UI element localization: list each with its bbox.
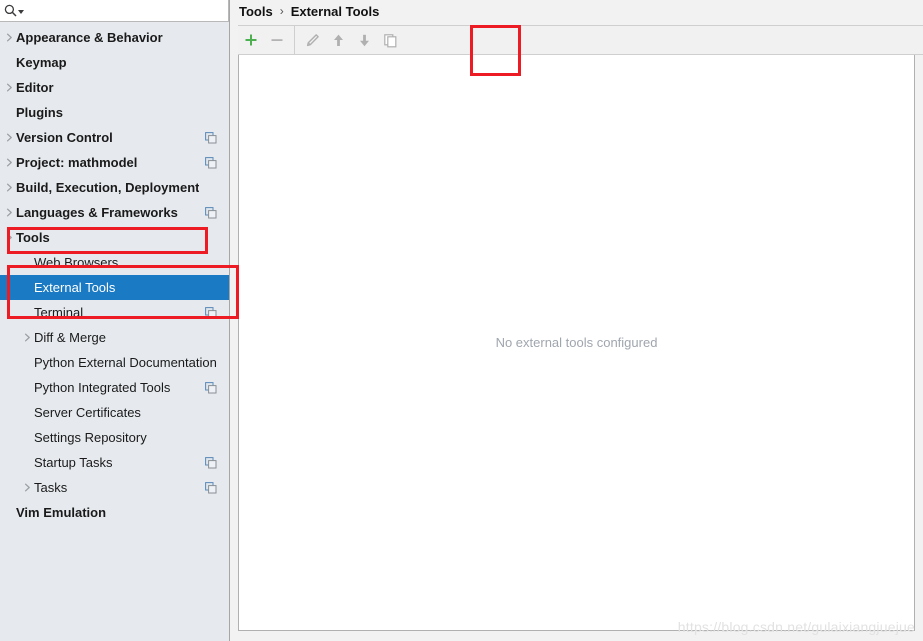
breadcrumb-current: External Tools [290,3,380,19]
project-scope-copy-icon [205,306,217,319]
project-scope-copy-icon [205,156,217,169]
sidebar-item-startup-tasks[interactable]: Startup Tasks [0,450,229,475]
project-scope-copy-icon [205,206,217,219]
copy-button[interactable] [377,27,403,53]
sidebar-item-label: Tasks [34,479,68,495]
sidebar-item-server-certificates[interactable]: Server Certificates [0,400,229,425]
project-scope-copy-icon [205,481,217,494]
search-input[interactable] [24,1,228,20]
sidebar-item-version-control[interactable]: Version Control [0,125,229,150]
sidebar-item-editor[interactable]: Editor [0,75,229,100]
empty-state-message: No external tools configured [495,335,658,350]
chevron-right-icon[interactable] [2,83,16,92]
chevron-right-icon[interactable] [2,233,16,242]
chevron-right-icon[interactable] [2,133,16,142]
sidebar-item-label: Version Control [16,129,113,145]
chevron-right-icon[interactable] [2,33,16,42]
chevron-right-icon[interactable] [2,183,16,192]
sidebar-item-label: Vim Emulation [16,504,107,520]
sidebar-item-vim-emulation[interactable]: Vim Emulation [0,500,229,525]
chevron-right-icon[interactable] [2,208,16,217]
pencil-icon [306,33,319,46]
sidebar-item-tasks[interactable]: Tasks [0,475,229,500]
settings-content: Tools › External Tools No external tools… [230,0,923,641]
sidebar-item-label: Plugins [16,104,63,120]
sidebar-search-row[interactable] [0,0,229,22]
project-scope-copy-icon [205,381,217,394]
sidebar-item-label: Python External Documentation [34,354,217,370]
breadcrumb: Tools › External Tools [230,0,923,22]
sidebar-item-web-browsers[interactable]: Web Browsers [0,250,229,275]
copy-icon [383,33,396,47]
sidebar-item-label: Languages & Frameworks [16,204,178,220]
sidebar-item-external-tools[interactable]: External Tools [0,275,229,300]
external-tools-toolbar [238,25,923,55]
sidebar-item-python-integrated-tools[interactable]: Python Integrated Tools [0,375,229,400]
watermark: https://blog.csdn.net/gulaixiangjuejue [677,619,915,635]
remove-button[interactable] [264,27,290,53]
chevron-right-icon[interactable] [20,333,34,342]
minus-icon [271,39,283,41]
arrow-up-icon [333,34,343,46]
settings-sidebar: Appearance & Behavior Keymap Editor Plugins… [0,0,239,641]
sidebar-item-label: External Tools [34,279,116,295]
sidebar-item-label: Diff & Merge [34,329,107,345]
sidebar-item-terminal[interactable]: Terminal [0,300,229,325]
toolbar-divider [294,26,295,54]
search-icon[interactable] [4,4,24,17]
sidebar-item-languages-frameworks[interactable]: Languages & Frameworks [0,200,229,225]
chevron-right-icon[interactable] [2,158,16,167]
sidebar-item-label: Appearance & Behavior [16,29,163,45]
sidebar-item-label: Python Integrated Tools [34,379,171,395]
add-button[interactable] [238,27,264,53]
sidebar-item-build-execution-deployment[interactable]: Build, Execution, Deployment [0,175,229,200]
sidebar-item-appearance-behavior[interactable]: Appearance & Behavior [0,25,229,50]
sidebar-item-label: Build, Execution, Deployment [16,179,200,195]
external-tools-list[interactable]: No external tools configured [238,55,915,631]
sidebar-item-plugins[interactable]: Plugins [0,100,229,125]
sidebar-item-label: Web Browsers [34,254,119,270]
plus-icon [245,34,257,46]
sidebar-item-label: Server Certificates [34,404,141,420]
sidebar-item-keymap[interactable]: Keymap [0,50,229,75]
project-scope-copy-icon [205,131,217,144]
move-down-button[interactable] [351,27,377,53]
settings-tree: Appearance & Behavior Keymap Editor Plugins… [0,22,229,525]
settings-dialog: Appearance & Behavior Keymap Editor Plugins… [0,0,923,641]
sidebar-item-label: Tools [16,229,50,245]
external-tools-panel: No external tools configured [238,25,923,641]
chevron-right-icon[interactable] [20,483,34,492]
sidebar-item-project-mathmodel[interactable]: Project: mathmodel [0,150,229,175]
project-scope-copy-icon [205,456,217,469]
move-up-button[interactable] [325,27,351,53]
sidebar-item-label: Startup Tasks [34,454,113,470]
sidebar-item-diff-merge[interactable]: Diff & Merge [0,325,229,350]
sidebar-item-label: Settings Repository [34,429,147,445]
sidebar-item-tools[interactable]: Tools [0,225,229,250]
breadcrumb-separator-icon: › [279,4,284,18]
arrow-down-icon [359,34,369,46]
sidebar-item-label: Keymap [16,54,67,70]
sidebar-item-label: Project: mathmodel [16,154,138,170]
edit-button[interactable] [299,27,325,53]
breadcrumb-root[interactable]: Tools [239,4,273,19]
sidebar-item-label: Editor [16,79,54,95]
sidebar-item-label: Terminal [34,304,84,320]
sidebar-item-python-external-documentation[interactable]: Python External Documentation [0,350,229,375]
sidebar-item-settings-repository[interactable]: Settings Repository [0,425,229,450]
